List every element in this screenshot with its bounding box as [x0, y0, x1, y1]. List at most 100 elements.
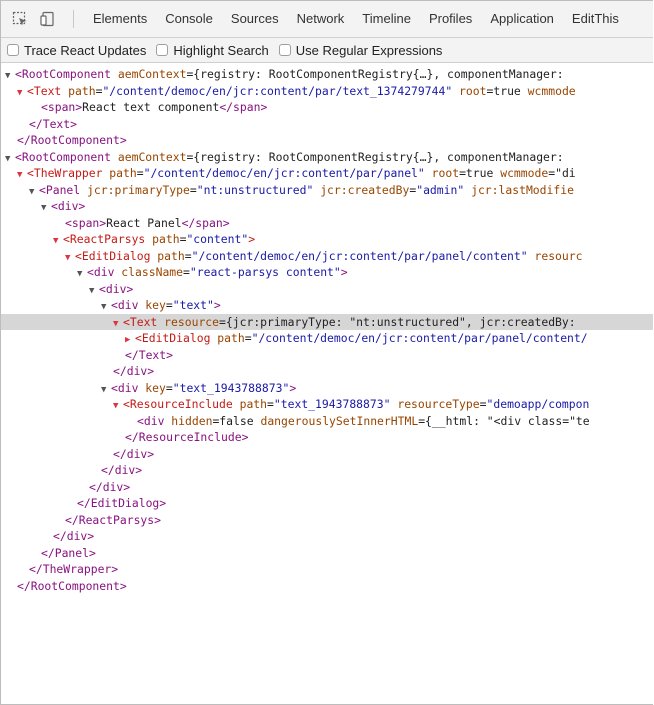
tab-console[interactable]: Console: [156, 1, 222, 37]
tree-node[interactable]: ▼ <TheWrapper path="/content/democ/en/jcr…: [1, 165, 653, 182]
tree-node[interactable]: </RootComponent>: [1, 578, 653, 595]
tree-txt-token: =false: [212, 413, 261, 428]
tab-editthis[interactable]: EditThis: [563, 1, 628, 37]
tree-tag-token: </Text>: [125, 347, 174, 362]
tree-tag-token: </Panel>: [41, 545, 96, 560]
tab-elements[interactable]: Elements: [84, 1, 156, 37]
tree-tag-token: <div: [111, 380, 146, 395]
collapse-arrow-icon[interactable]: ▼: [113, 316, 123, 331]
tree-tag-token: <div: [87, 265, 122, 279]
tree-attr-token: jcr:primaryType: [87, 182, 190, 197]
tree-node[interactable]: </div>: [1, 528, 653, 545]
tree-tag-token: </div>: [113, 446, 155, 461]
tree-tag-token: </div>: [53, 529, 95, 543]
highlight-search-checkbox[interactable]: [156, 44, 169, 56]
tree-node[interactable]: <span>React text component</span>: [1, 99, 653, 116]
tree-val-token: "text_1943788873": [273, 397, 391, 411]
tree-attr-token: path: [157, 248, 185, 263]
regex-checkbox[interactable]: [278, 44, 291, 56]
tree-tag-token: <Panel: [39, 182, 88, 197]
tree-node[interactable]: </RootComponent>: [1, 132, 653, 149]
tree-tag-token: <RootComponent: [15, 67, 118, 81]
tree-tag-token: </TheWrapper>: [29, 562, 119, 576]
tree-node[interactable]: </Text>: [1, 347, 653, 364]
inspect-element-icon[interactable]: [9, 8, 31, 30]
tree-node[interactable]: ▼ <Panel jcr:primaryType="nt:unstructured…: [1, 182, 653, 199]
tree-node[interactable]: ▶ <EditDialog path="/content/democ/en/jcr…: [1, 330, 653, 347]
tree-tag-token: >: [248, 232, 256, 246]
tree-tag-token: </span>: [181, 215, 230, 230]
tree-txt-token: ={registry: RootComponentRegistry{…}, co…: [186, 67, 564, 81]
tree-val-token: "text": [172, 298, 214, 312]
tree-tag-token: </RootComponent>: [17, 578, 127, 593]
trace-react-updates-option[interactable]: Trace React Updates: [7, 43, 146, 58]
tab-profiles[interactable]: Profiles: [420, 1, 481, 37]
tree-tag-token: <span>: [65, 215, 107, 230]
collapse-arrow-icon[interactable]: ▼: [77, 266, 87, 281]
tree-node[interactable]: ▼ <Text resource={jcr:primaryType: "nt:un…: [1, 313, 653, 331]
collapse-arrow-icon[interactable]: ▼: [5, 68, 15, 83]
tab-timeline[interactable]: Timeline: [353, 1, 420, 37]
tree-node[interactable]: </TheWrapper>: [1, 561, 653, 578]
collapse-arrow-icon[interactable]: ▼: [41, 200, 51, 215]
expand-arrow-icon[interactable]: ▶: [125, 332, 135, 347]
tree-node[interactable]: ▼ <RootComponent aemContext={registry: Ro…: [1, 66, 653, 83]
tree-node[interactable]: ▼ <div>: [1, 198, 653, 215]
tree-val-token: "/content/democ/en/jcr:content/par/panel…: [143, 166, 425, 180]
device-mode-icon[interactable]: [37, 8, 59, 30]
tree-node[interactable]: ▼ <div key="text">: [1, 297, 653, 314]
tree-attr-token: root: [424, 166, 460, 180]
tab-network[interactable]: Network: [288, 1, 354, 37]
tree-attr-token: wcmmode: [500, 166, 549, 180]
collapse-arrow-icon[interactable]: ▼: [113, 398, 123, 413]
trace-react-updates-label: Trace React Updates: [24, 42, 147, 58]
tree-node[interactable]: ▼ <div key="text_1943788873">: [1, 380, 653, 397]
tree-txt-token: ="di: [548, 166, 576, 180]
tree-attr-token: className: [121, 265, 184, 279]
collapse-arrow-icon[interactable]: ▼: [65, 250, 75, 265]
tree-tag-token: <div: [111, 298, 146, 312]
tree-node[interactable]: </div>: [1, 363, 653, 380]
tree-val-token: "nt:unstructured": [196, 182, 314, 197]
tree-tag-token: </div>: [113, 364, 155, 378]
collapse-arrow-icon[interactable]: ▼: [17, 167, 27, 182]
collapse-arrow-icon[interactable]: ▼: [89, 283, 99, 298]
collapse-arrow-icon[interactable]: ▼: [5, 151, 15, 166]
collapse-arrow-icon[interactable]: ▼: [101, 382, 111, 397]
tree-node[interactable]: </ResourceInclude>: [1, 429, 653, 446]
tree-node[interactable]: </div>: [1, 446, 653, 463]
tree-node[interactable]: ▼ <Text path="/content/democ/en/jcr:conte…: [1, 83, 653, 100]
tree-node[interactable]: </Panel>: [1, 545, 653, 562]
tree-node[interactable]: </Text>: [1, 116, 653, 133]
tab-application[interactable]: Application: [481, 1, 563, 37]
tree-node[interactable]: ▼ <EditDialog path="/content/democ/en/jcr…: [1, 248, 653, 265]
tree-txt-token: =: [267, 397, 274, 411]
tree-txt-token: =true: [459, 166, 501, 180]
tree-node[interactable]: ▼ <ResourceInclude path="text_1943788873"…: [1, 396, 653, 413]
tree-node[interactable]: </div>: [1, 479, 653, 496]
tree-node[interactable]: ▼ <ReactParsys path="content">: [1, 231, 653, 248]
tree-node[interactable]: ▼ <RootComponent aemContext={registry: Ro…: [1, 149, 653, 166]
tree-tag-token: </RootComponent>: [17, 133, 127, 147]
highlight-search-option[interactable]: Highlight Search: [156, 43, 269, 58]
tree-attr-token: path: [152, 232, 180, 246]
tree-tag-token: </ResourceInclude>: [125, 430, 249, 444]
collapse-arrow-icon[interactable]: ▼: [29, 184, 39, 199]
toolbar-divider: [73, 10, 74, 28]
tree-node[interactable]: <span>React Panel</span>: [1, 215, 653, 232]
tree-node[interactable]: </EditDialog>: [1, 495, 653, 512]
collapse-arrow-icon[interactable]: ▼: [17, 85, 27, 100]
collapse-arrow-icon[interactable]: ▼: [101, 299, 111, 314]
tree-txt-token: =: [165, 298, 173, 312]
tree-node[interactable]: <div hidden=false dangerouslySetInnerHTM…: [1, 413, 653, 430]
tree-node[interactable]: ▼ <div className="react-parsys content">: [1, 264, 653, 281]
collapse-arrow-icon[interactable]: ▼: [53, 233, 63, 248]
tree-node[interactable]: </div>: [1, 462, 653, 479]
tree-attr-token: key: [145, 380, 166, 395]
regex-option[interactable]: Use Regular Expressions: [278, 43, 442, 58]
tree-node[interactable]: ▼ <div>: [1, 281, 653, 298]
tree-node[interactable]: </ReactParsys>: [1, 512, 653, 529]
tab-sources[interactable]: Sources: [222, 1, 288, 37]
trace-react-updates-checkbox[interactable]: [7, 44, 19, 56]
tree-attr-token: aemContext: [117, 67, 187, 81]
